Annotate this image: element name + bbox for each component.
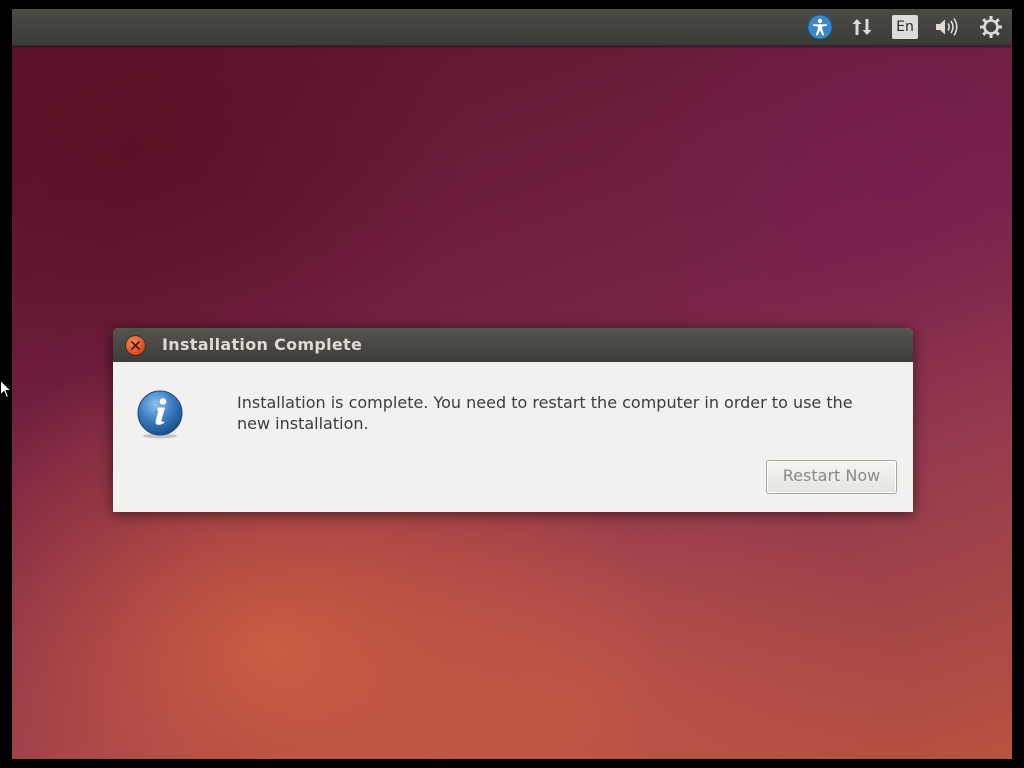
mouse-cursor-icon xyxy=(0,379,13,404)
desktop: En Installation Complete Installation is… xyxy=(12,9,1012,759)
close-icon[interactable] xyxy=(126,336,145,355)
dialog-message: Installation is complete. You need to re… xyxy=(237,392,897,434)
keyboard-layout-indicator[interactable]: En xyxy=(890,12,920,42)
installation-complete-dialog: Installation Complete Installation is co… xyxy=(113,328,913,512)
message-line-1: Installation is complete. You need to re… xyxy=(237,393,853,412)
keyboard-layout-label: En xyxy=(892,15,918,39)
restart-now-button[interactable]: Restart Now xyxy=(766,460,897,494)
top-panel: En xyxy=(12,9,1012,46)
message-line-2: new installation. xyxy=(237,414,369,433)
dialog-title: Installation Complete xyxy=(162,335,363,354)
dialog-body: Installation is complete. You need to re… xyxy=(113,362,913,512)
dialog-titlebar[interactable]: Installation Complete xyxy=(113,328,913,362)
settings-gear-icon[interactable] xyxy=(976,12,1006,42)
volume-icon[interactable] xyxy=(932,12,962,42)
info-icon xyxy=(135,389,185,439)
accessibility-icon[interactable] xyxy=(805,12,835,42)
network-icon[interactable] xyxy=(847,12,877,42)
